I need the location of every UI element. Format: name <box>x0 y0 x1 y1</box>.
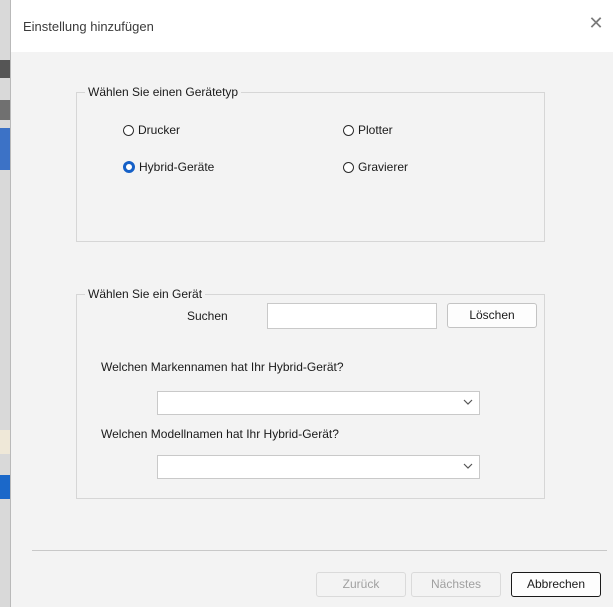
radio-gravierer-label: Gravierer <box>358 160 409 174</box>
chevron-down-icon <box>463 395 473 412</box>
search-label: Suchen <box>187 309 228 323</box>
radio-hybrid-geraete-circle <box>123 161 135 173</box>
radio-plotter[interactable]: Plotter <box>343 123 393 137</box>
search-input[interactable] <box>267 303 437 329</box>
radio-drucker-circle <box>123 124 134 136</box>
device-group: Wählen Sie ein Gerät Suchen Löschen Welc… <box>76 287 545 499</box>
back-button[interactable]: Zurück <box>316 572 406 597</box>
chevron-down-icon <box>463 459 473 476</box>
cancel-button[interactable]: Abbrechen <box>511 572 601 597</box>
radio-gravierer-circle <box>343 161 354 173</box>
radio-hybrid-geraete-label: Hybrid-Geräte <box>139 160 215 174</box>
model-select[interactable] <box>157 455 480 479</box>
add-setting-dialog: Einstellung hinzufügen ✕ Wählen Sie eine… <box>10 0 613 607</box>
background-app-strip <box>0 0 10 607</box>
radio-hybrid-geraete[interactable]: Hybrid-Geräte <box>123 160 214 174</box>
radio-drucker[interactable]: Drucker <box>123 123 180 137</box>
device-type-legend: Wählen Sie einen Gerätetyp <box>85 85 242 99</box>
next-button[interactable]: Nächstes <box>411 572 501 597</box>
radio-gravierer[interactable]: Gravierer <box>343 160 408 174</box>
brand-question: Welchen Markennamen hat Ihr Hybrid-Gerät… <box>101 360 344 374</box>
clear-button[interactable]: Löschen <box>447 303 537 328</box>
device-type-group: Wählen Sie einen Gerätetyp Drucker Plott… <box>76 85 545 242</box>
close-icon[interactable]: ✕ <box>578 8 613 38</box>
device-legend: Wählen Sie ein Gerät <box>85 287 206 301</box>
radio-drucker-label: Drucker <box>138 123 181 137</box>
brand-select[interactable] <box>157 391 480 415</box>
title-bar: Einstellung hinzufügen ✕ <box>11 0 613 52</box>
dialog-title: Einstellung hinzufügen <box>23 19 154 34</box>
model-question: Welchen Modellnamen hat Ihr Hybrid-Gerät… <box>101 427 339 441</box>
footer-separator <box>32 550 607 551</box>
radio-plotter-label: Plotter <box>358 123 393 137</box>
radio-plotter-circle <box>343 124 354 136</box>
